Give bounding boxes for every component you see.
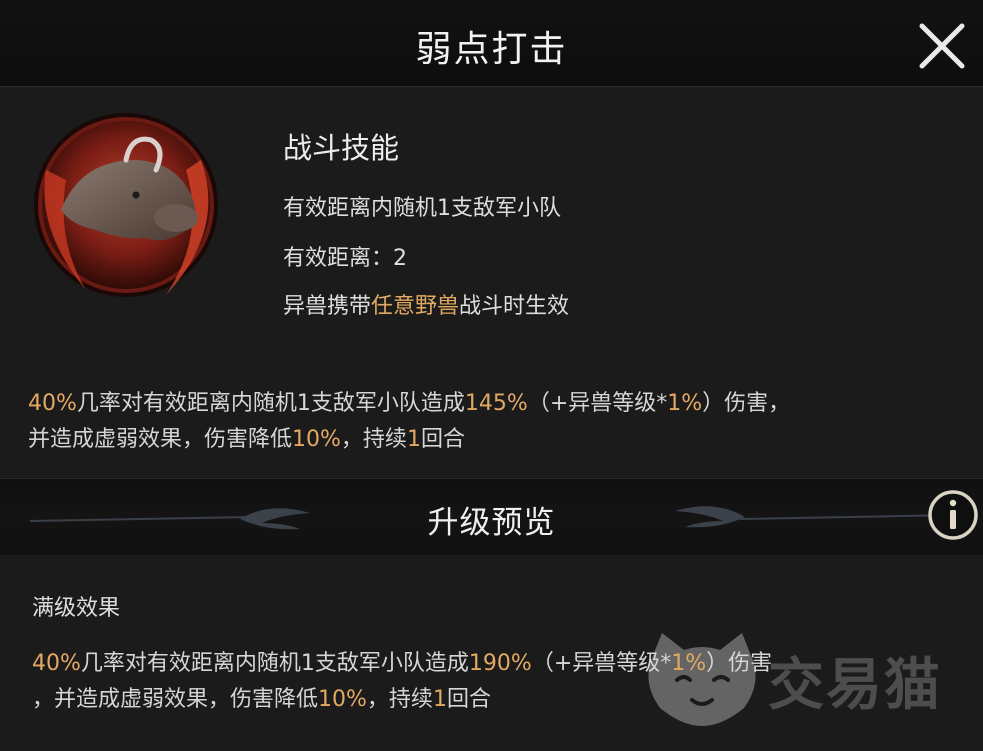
effect-text: ，持续 bbox=[366, 687, 433, 712]
max-level-label: 满级效果 bbox=[32, 596, 121, 621]
skill-target-text: 有效距离内随机1支敌军小队 bbox=[283, 196, 561, 221]
upgrade-preview-title: 升级预览 bbox=[427, 505, 556, 541]
effect-turns: 1 bbox=[406, 427, 421, 452]
effect-reduction: 10% bbox=[318, 687, 367, 712]
close-button[interactable] bbox=[914, 18, 970, 74]
condition-prefix: 异兽携带 bbox=[283, 294, 372, 319]
skill-range-text: 有效距离：2 bbox=[283, 246, 407, 271]
effect-text: ，持续 bbox=[340, 427, 407, 452]
close-icon bbox=[919, 23, 965, 69]
effect-per-level: 1% bbox=[671, 651, 707, 676]
condition-highlight: 任意野兽 bbox=[371, 294, 460, 319]
max-effect-description: 40%几率对有效距离内随机1支敌军小队造成190%（+异兽等级*1%）伤害 ，并造… bbox=[32, 646, 967, 718]
page-title: 弱点打击 bbox=[415, 29, 568, 70]
effect-text: 回合 bbox=[446, 687, 491, 712]
effect-text: 几率对有效距离内随机1支敌军小队造成 bbox=[76, 391, 465, 416]
skill-type-label: 战斗技能 bbox=[283, 131, 400, 165]
effect-damage: 190% bbox=[468, 651, 532, 676]
effect-text: 并造成虚弱效果，伤害降低 bbox=[28, 427, 293, 452]
skill-condition-text: 异兽携带任意野兽战斗时生效 bbox=[283, 288, 569, 320]
effect-reduction: 10% bbox=[292, 427, 341, 452]
effect-text: ）伤害 bbox=[706, 651, 773, 676]
effect-text: （+异兽等级* bbox=[531, 651, 672, 676]
effect-text: ，并造成虚弱效果，伤害降低 bbox=[32, 687, 319, 712]
effect-text: （+异兽等级* bbox=[527, 391, 668, 416]
effect-chance: 40% bbox=[32, 651, 81, 676]
effect-turns: 1 bbox=[432, 687, 447, 712]
effect-text: 回合 bbox=[420, 427, 465, 452]
effect-text: ）伤害， bbox=[702, 391, 791, 416]
info-icon bbox=[928, 490, 978, 540]
current-effect-description: 40%几率对有效距离内随机1支敌军小队造成145%（+异兽等级*1%）伤害， 并造… bbox=[28, 386, 963, 458]
effect-text: 几率对有效距离内随机1支敌军小队造成 bbox=[80, 651, 469, 676]
effect-per-level: 1% bbox=[667, 391, 703, 416]
info-button[interactable] bbox=[926, 488, 980, 542]
boar-beast-icon bbox=[26, 100, 226, 310]
effect-chance: 40% bbox=[28, 391, 77, 416]
condition-suffix: 战斗时生效 bbox=[459, 294, 570, 319]
effect-damage: 145% bbox=[464, 391, 528, 416]
